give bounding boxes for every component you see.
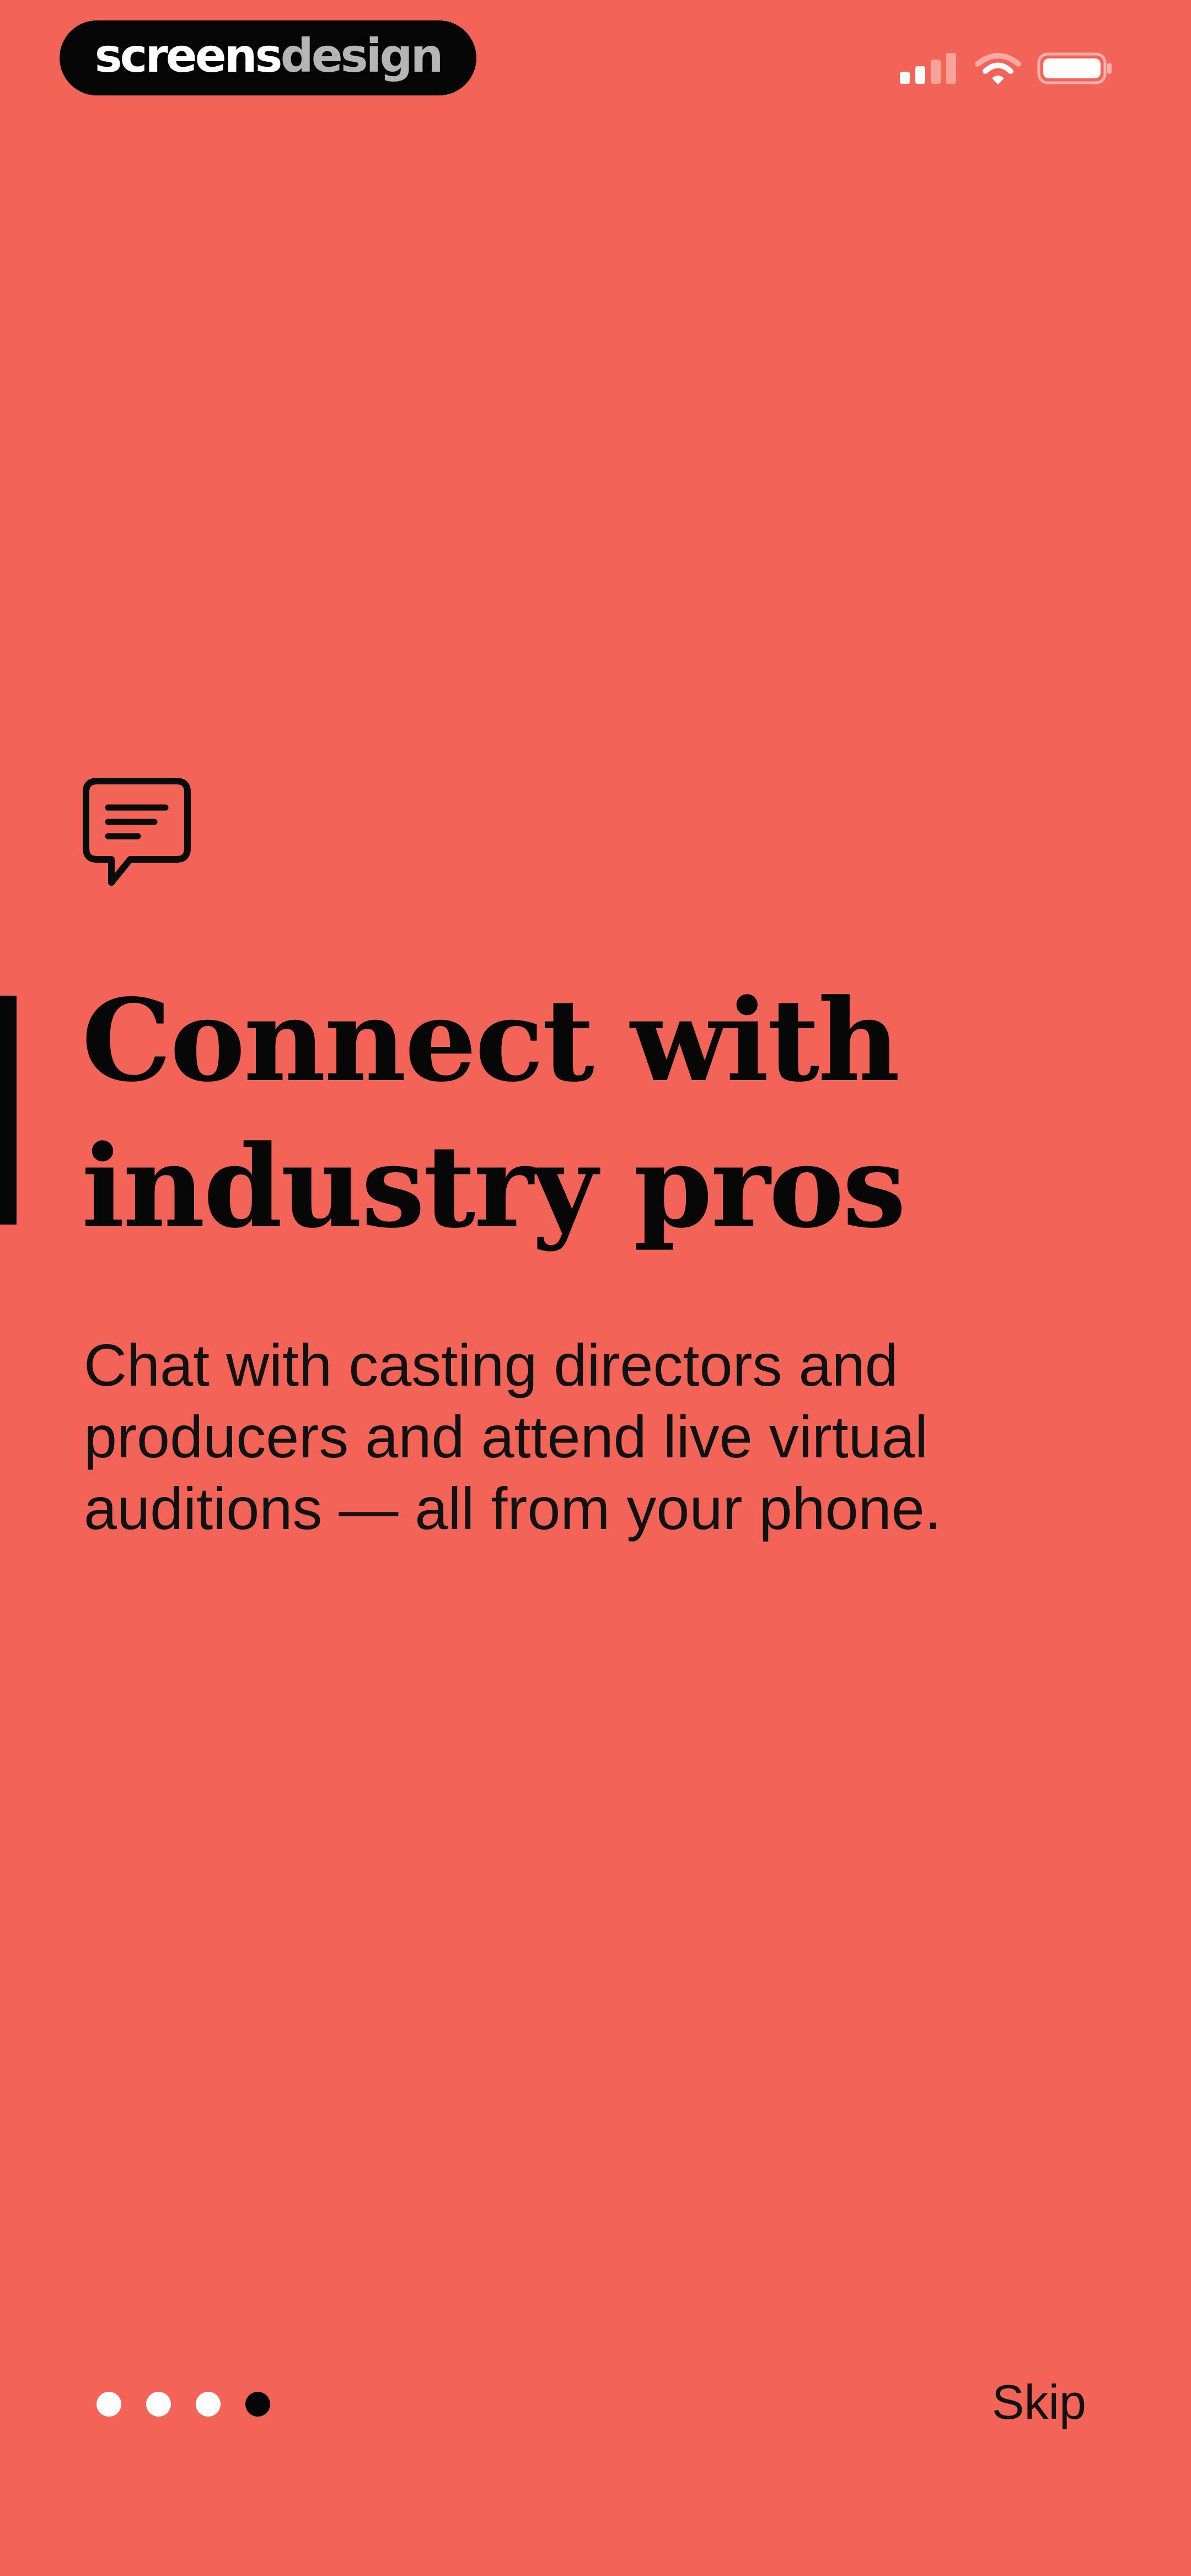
onboarding-title: Connect with industry pros bbox=[82, 968, 1129, 1260]
page-indicator[interactable] bbox=[96, 2392, 270, 2417]
onboarding-description: Chat with casting directors and producer… bbox=[84, 1329, 1076, 1544]
status-bar bbox=[899, 51, 1119, 86]
title-line-1: Connect with bbox=[82, 975, 900, 1107]
page-dot-3[interactable] bbox=[196, 2392, 221, 2417]
battery-icon bbox=[1037, 52, 1112, 84]
description-line-2: producers and attend live virtual bbox=[84, 1403, 928, 1470]
page-dot-1[interactable] bbox=[96, 2392, 121, 2417]
watermark-part2: design bbox=[280, 29, 444, 83]
title-line-2: industry pros bbox=[82, 1121, 906, 1253]
screensdesign-watermark: screens design bbox=[60, 20, 476, 95]
edge-indicator-bar bbox=[0, 996, 17, 1225]
watermark-part1: screens bbox=[94, 29, 283, 83]
chat-bubble-icon bbox=[83, 778, 191, 886]
page-dot-4-active[interactable] bbox=[245, 2392, 270, 2417]
onboarding-screen: screens design Connect with industry pros bbox=[0, 0, 1191, 2576]
page-dot-2[interactable] bbox=[146, 2392, 171, 2417]
signal-icon bbox=[900, 53, 956, 84]
description-line-1: Chat with casting directors and bbox=[84, 1332, 898, 1398]
description-line-3: auditions — all from your phone. bbox=[84, 1475, 941, 1542]
wifi-icon bbox=[975, 53, 1021, 84]
skip-button[interactable]: Skip bbox=[992, 2372, 1086, 2433]
